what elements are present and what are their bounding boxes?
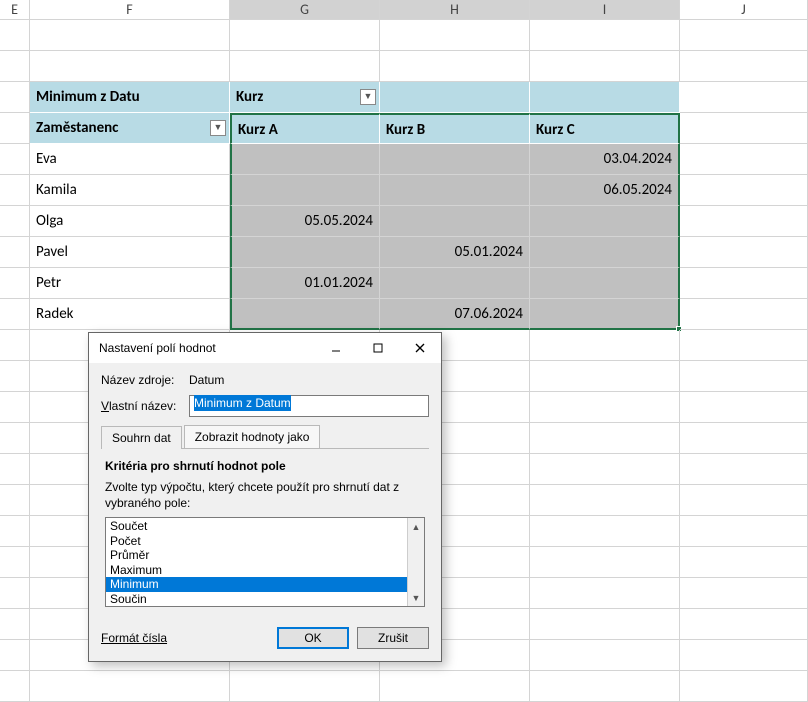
- pivot-data-cell[interactable]: 05.05.2024: [230, 206, 380, 237]
- function-option[interactable]: Počet: [106, 534, 407, 549]
- pivot-row-label[interactable]: Radek: [30, 299, 230, 330]
- tab-summary[interactable]: Souhrn dat: [101, 426, 182, 449]
- function-option[interactable]: Součet: [106, 519, 407, 534]
- close-button[interactable]: [399, 333, 441, 363]
- pivot-data-cell[interactable]: [530, 237, 680, 268]
- cancel-button[interactable]: Zrušit: [357, 627, 429, 649]
- col-header-E[interactable]: E: [0, 0, 30, 19]
- pivot-col-header[interactable]: Kurz C: [530, 113, 680, 144]
- pivot-col-header[interactable]: Kurz A: [230, 113, 380, 144]
- listbox-scrollbar[interactable]: ▲ ▼: [407, 518, 424, 606]
- panel-heading: Kritéria pro shrnutí hodnot pole: [105, 459, 425, 473]
- minimize-button[interactable]: [315, 333, 357, 363]
- pivot-data-cell[interactable]: 03.04.2024: [530, 144, 680, 175]
- function-option[interactable]: Průměr: [106, 548, 407, 563]
- pivot-data-cell[interactable]: [380, 144, 530, 175]
- pivot-data-cell[interactable]: 05.01.2024: [380, 237, 530, 268]
- dialog-titlebar[interactable]: Nastavení polí hodnot: [89, 333, 441, 363]
- col-header-I[interactable]: I: [530, 0, 680, 19]
- ok-button[interactable]: OK: [277, 627, 349, 649]
- function-option[interactable]: Součin: [106, 592, 407, 607]
- pivot-data-cell[interactable]: [380, 268, 530, 299]
- pivot-data-cell[interactable]: [230, 175, 380, 206]
- pivot-row-label[interactable]: Kamila: [30, 175, 230, 206]
- scroll-up-icon[interactable]: ▲: [408, 518, 424, 535]
- pivot-row-field-label[interactable]: Zaměstanenc▼: [30, 113, 230, 144]
- pivot-col-header[interactable]: Kurz B: [380, 113, 530, 144]
- dialog-title: Nastavení polí hodnot: [99, 341, 315, 355]
- pivot-data-cell[interactable]: 07.06.2024: [380, 299, 530, 330]
- pivot-data-cell[interactable]: [230, 299, 380, 330]
- pivot-data-cell[interactable]: [380, 206, 530, 237]
- pivot-data-cell[interactable]: [530, 206, 680, 237]
- pivot-data-cell[interactable]: 06.05.2024: [530, 175, 680, 206]
- maximize-button[interactable]: [357, 333, 399, 363]
- column-field-dropdown-icon[interactable]: ▼: [360, 89, 376, 105]
- pivot-data-cell[interactable]: [380, 175, 530, 206]
- pivot-data-cell[interactable]: [230, 144, 380, 175]
- function-option[interactable]: Maximum: [106, 563, 407, 578]
- col-header-F[interactable]: F: [30, 0, 230, 19]
- custom-name-label: Vlastní název:: [101, 399, 189, 413]
- pivot-data-cell[interactable]: [530, 268, 680, 299]
- number-format-button[interactable]: Formát čísla: [101, 631, 167, 645]
- pivot-column-field-label[interactable]: Kurz▼: [230, 82, 380, 113]
- panel-description: Zvolte typ výpočtu, který chcete použít …: [105, 479, 425, 511]
- pivot-data-cell[interactable]: [530, 299, 680, 330]
- col-header-G[interactable]: G: [230, 0, 380, 19]
- function-option[interactable]: Minimum: [106, 577, 407, 592]
- value-field-settings-dialog: Nastavení polí hodnot Název zdroje: Datu…: [88, 332, 442, 662]
- pivot-row-label[interactable]: Pavel: [30, 237, 230, 268]
- custom-name-input[interactable]: Minimum z Datum: [189, 395, 429, 417]
- tab-show-values-as[interactable]: Zobrazit hodnoty jako: [184, 425, 321, 448]
- col-header-J[interactable]: J: [680, 0, 808, 19]
- pivot-row-label[interactable]: Petr: [30, 268, 230, 299]
- summary-function-listbox[interactable]: SoučetPočetPrůměrMaximumMinimumSoučin: [106, 518, 407, 606]
- scroll-down-icon[interactable]: ▼: [408, 589, 424, 606]
- source-name-value: Datum: [189, 373, 224, 387]
- col-header-H[interactable]: H: [380, 0, 530, 19]
- pivot-data-cell[interactable]: [230, 237, 380, 268]
- row-field-dropdown-icon[interactable]: ▼: [210, 120, 226, 136]
- source-name-label: Název zdroje:: [101, 373, 189, 387]
- pivot-row-label[interactable]: Eva: [30, 144, 230, 175]
- pivot-row-label[interactable]: Olga: [30, 206, 230, 237]
- pivot-data-cell[interactable]: 01.01.2024: [230, 268, 380, 299]
- pivot-values-field-label[interactable]: Minimum z Datu: [30, 82, 230, 113]
